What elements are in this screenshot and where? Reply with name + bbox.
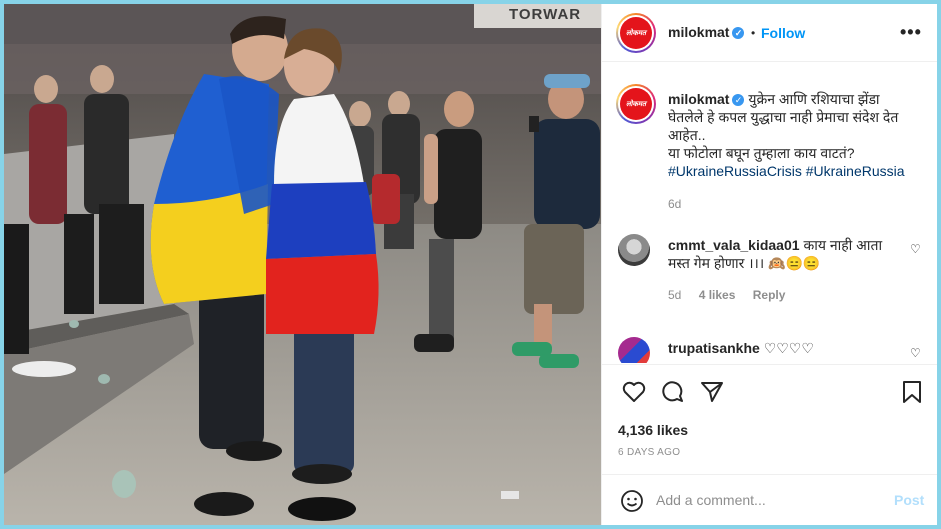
- emoji-smiley-icon[interactable]: [620, 489, 644, 518]
- comment-text: trupatisankhe ♡♡♡♡: [668, 340, 814, 356]
- author-username[interactable]: milokmat ✓: [668, 24, 745, 40]
- separator-dot: •: [751, 26, 756, 40]
- hashtag-link[interactable]: #UkraineRussiaCrisis: [668, 163, 802, 179]
- more-options-button[interactable]: •••: [900, 22, 922, 43]
- verified-badge-icon: ✓: [732, 27, 745, 39]
- comments-section[interactable]: लोकमत milokmat ✓ युक्रेन आणि रशियाचा झेंड…: [602, 63, 937, 363]
- caption-text-line-1: युक्रेन आणि रशियाचा झेंडा: [748, 91, 880, 107]
- post-side-panel: लोकमत milokmat ✓ • Follow ••• लोकमत milok…: [601, 4, 937, 525]
- add-comment-input[interactable]: [656, 489, 876, 511]
- follow-button[interactable]: Follow: [761, 25, 805, 41]
- save-bookmark-icon[interactable]: [902, 380, 922, 409]
- commenter-avatar[interactable]: [618, 337, 650, 363]
- add-comment-bar: Post: [602, 474, 937, 525]
- verified-badge-icon: ✓: [732, 94, 745, 106]
- hashtag-link[interactable]: #UkraineRussia: [806, 163, 905, 179]
- comment-reply-button[interactable]: Reply: [753, 288, 786, 302]
- post-photo-illustration: [4, 4, 601, 525]
- caption-text-line-2: घेतलेले हे कपल युद्धाचा नाही प्रेमाचा सं…: [668, 109, 899, 125]
- caption-author-avatar[interactable]: लोकमत: [616, 84, 656, 124]
- comment-text: cmmt_vala_kidaa01 काय नाही आता मस्त गेम …: [668, 237, 883, 271]
- like-heart-icon[interactable]: [622, 381, 646, 408]
- post-header: लोकमत milokmat ✓ • Follow •••: [602, 4, 937, 62]
- comment-likes-count[interactable]: 4 likes: [699, 288, 736, 302]
- caption-text-line-3: आहेत..: [668, 127, 706, 143]
- comment-bubble-icon[interactable]: [660, 380, 684, 409]
- commenter-username[interactable]: cmmt_vala_kidaa01: [668, 237, 800, 253]
- caption-author-username[interactable]: milokmat: [668, 91, 729, 107]
- commenter-avatar[interactable]: [618, 234, 650, 266]
- arena-banner-text: TORWAR: [509, 6, 582, 23]
- caption-text-line-4: या फोटोला बघून तुम्हाला काय वाटतं?: [668, 145, 855, 161]
- post-timestamp: 6 DAYS AGO: [618, 447, 681, 458]
- likes-count[interactable]: 4,136 likes: [618, 422, 688, 438]
- author-avatar[interactable]: लोकमत: [616, 13, 656, 53]
- caption-time: 6d: [668, 197, 682, 211]
- comment-meta: 5d 4 likes Reply: [668, 288, 799, 302]
- comment-like-heart-icon[interactable]: ♡: [910, 242, 921, 256]
- post-actions: 4,136 likes 6 DAYS AGO: [602, 364, 937, 474]
- instagram-post-frame: TORWAR लोकमत milokmat ✓ • Follow ••• लोकम…: [4, 4, 937, 525]
- commenter-username[interactable]: trupatisankhe: [668, 340, 760, 356]
- post-comment-button[interactable]: Post: [894, 492, 924, 508]
- comment-time: 5d: [668, 288, 682, 302]
- post-caption: milokmat ✓ युक्रेन आणि रशियाचा झेंडा घेतल…: [668, 90, 928, 180]
- comment-like-heart-icon[interactable]: ♡: [910, 346, 921, 360]
- share-send-icon[interactable]: [700, 380, 724, 409]
- post-photo[interactable]: TORWAR: [4, 4, 601, 525]
